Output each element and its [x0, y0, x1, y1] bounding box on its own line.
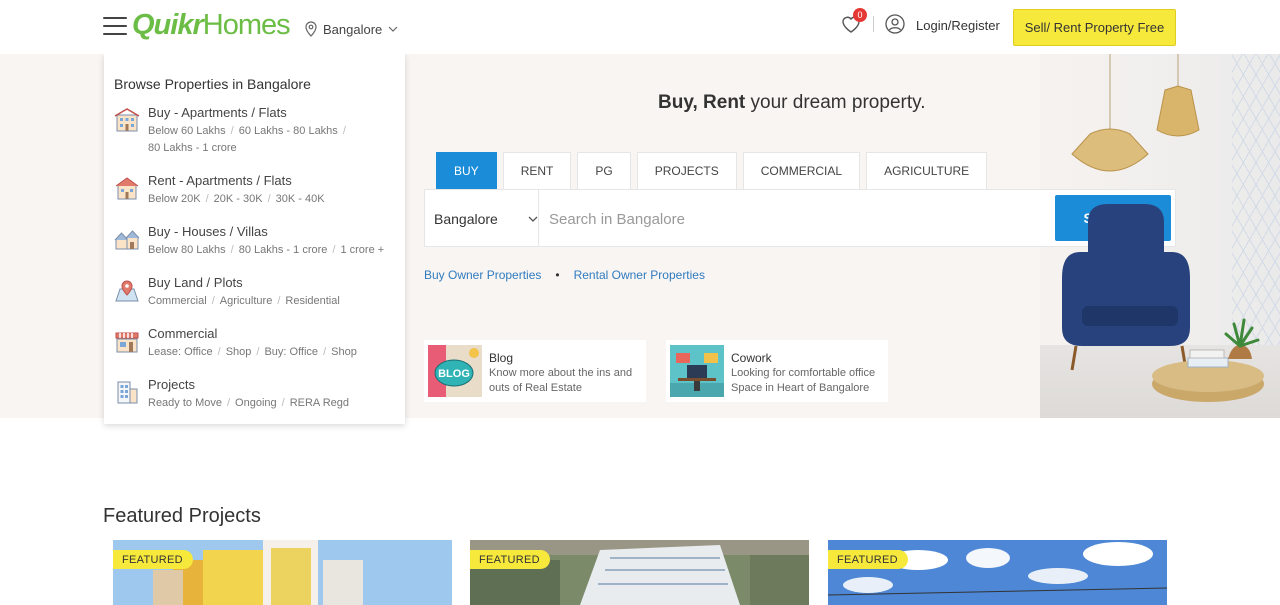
- featured-badge: FEATURED: [828, 550, 908, 569]
- favourites-count-badge: 0: [853, 8, 867, 22]
- card-title: Cowork: [731, 351, 772, 365]
- room-illustration: [1062, 54, 1264, 402]
- sub-link[interactable]: 60 Lakhs - 80 Lakhs: [239, 125, 338, 137]
- owner-properties-links: Buy Owner Properties • Rental Owner Prop…: [424, 268, 705, 282]
- search-city-value: Bangalore: [434, 211, 498, 227]
- sidebar-sub-links: Ready to Move / Ongoing / RERA Regd: [148, 397, 350, 409]
- sidebar-item-buy-land[interactable]: Buy Land / Plots Commercial / Agriculture /…: [114, 275, 399, 321]
- search-divider: [538, 190, 539, 246]
- rent-house-icon: [115, 177, 139, 200]
- search-input[interactable]: [549, 202, 1049, 236]
- sidebar-item-label: Buy Land / Plots: [148, 275, 243, 290]
- sidebar-item-label: Buy - Apartments / Flats: [148, 105, 287, 120]
- sub-link[interactable]: Below 20K: [148, 193, 201, 205]
- apartment-icon: [114, 108, 140, 132]
- sub-link[interactable]: 1 crore +: [340, 244, 384, 256]
- rental-owner-properties-link[interactable]: Rental Owner Properties: [574, 268, 705, 282]
- featured-badge: FEATURED: [470, 550, 550, 569]
- sub-link[interactable]: Lease: Office: [148, 346, 213, 358]
- city-label: Bangalore: [323, 21, 383, 37]
- sub-link[interactable]: Below 80 Lakhs: [148, 244, 226, 256]
- tab-commercial[interactable]: COMMERCIAL: [742, 152, 861, 189]
- tab-buy[interactable]: BUY: [436, 152, 497, 189]
- card-description: Looking for comfortable office Space in …: [731, 367, 876, 394]
- card-description: Know more about the ins and outs of Real…: [489, 367, 633, 394]
- cowork-thumbnail: [670, 345, 724, 397]
- sub-link[interactable]: Commercial: [148, 295, 207, 307]
- sub-link[interactable]: Agriculture: [220, 295, 273, 307]
- browse-properties-menu: Browse Properties in Bangalore Buy - Apa…: [104, 54, 405, 424]
- sidebar-sub-links: Below 20K/20K - 30K/30K - 40K: [148, 193, 325, 205]
- featured-project-card[interactable]: FEATURED: [113, 540, 452, 605]
- sub-link[interactable]: Residential: [285, 295, 339, 307]
- sub-link[interactable]: 80 Lakhs - 1 crore: [148, 142, 237, 154]
- card-title: Blog: [489, 351, 514, 365]
- sub-link[interactable]: Shop: [226, 346, 252, 358]
- login-register-link[interactable]: Login/Register: [916, 18, 1000, 33]
- svg-text:BLOG: BLOG: [438, 368, 470, 380]
- villa-icon: [114, 230, 140, 250]
- hero-tagline: Buy, Rent your dream property.: [658, 92, 926, 113]
- sidebar-item-commercial[interactable]: Commercial Lease: Office / Shop / Buy: Offic…: [114, 326, 399, 372]
- user-icon[interactable]: [885, 14, 905, 34]
- sidebar-item-buy-apartments[interactable]: Buy - Apartments / Flats Below 60 Lakhs /…: [114, 105, 399, 157]
- chevron-down-icon: [528, 216, 538, 222]
- sidebar-sub-links: Lease: Office / Shop / Buy: Office / Shop: [148, 346, 357, 358]
- sub-link[interactable]: 20K - 30K: [214, 193, 263, 205]
- shop-icon: [115, 332, 139, 353]
- search-city-dropdown[interactable]: Bangalore: [434, 211, 538, 227]
- city-selector[interactable]: Bangalore: [305, 21, 398, 37]
- location-pin-icon: [305, 21, 317, 37]
- sidebar-item-label: Buy - Houses / Villas: [148, 224, 268, 239]
- sidebar-item-label: Rent - Apartments / Flats: [148, 173, 292, 188]
- sub-link[interactable]: 80 Lakhs - 1 crore: [239, 244, 328, 256]
- chevron-down-icon: [388, 26, 398, 32]
- sub-link[interactable]: Shop: [331, 346, 357, 358]
- search-category-tabs: BUY RENT PG PROJECTS COMMERCIAL AGRICULT…: [436, 152, 988, 189]
- tab-rent[interactable]: RENT: [502, 152, 572, 189]
- header-divider: [873, 16, 874, 32]
- sub-link[interactable]: Ready to Move: [148, 397, 222, 409]
- logo[interactable]: QuikrHomes: [132, 9, 291, 42]
- sidebar-sub-links: Below 60 Lakhs/60 Lakhs - 80 Lakhs/80 La…: [148, 125, 346, 154]
- featured-projects-heading: Featured Projects: [103, 505, 261, 527]
- sidebar-item-buy-houses[interactable]: Buy - Houses / Villas Below 80 Lakhs/80 …: [114, 224, 399, 270]
- tab-agriculture[interactable]: AGRICULTURE: [866, 152, 988, 189]
- link-separator: •: [555, 268, 560, 282]
- sidebar-sub-links: Below 80 Lakhs/80 Lakhs - 1 crore/1 cror…: [148, 244, 385, 256]
- sub-link[interactable]: Buy: Office: [264, 346, 318, 358]
- blog-card[interactable]: BLOG Blog Know more about the ins and ou…: [424, 340, 646, 402]
- sidebar-item-label: Projects: [148, 377, 195, 392]
- sub-link[interactable]: Below 60 Lakhs: [148, 125, 226, 137]
- tab-projects[interactable]: PROJECTS: [636, 152, 737, 189]
- sub-link[interactable]: 30K - 40K: [276, 193, 325, 205]
- sell-rent-property-button[interactable]: Sell/ Rent Property Free: [1013, 9, 1176, 46]
- featured-project-card[interactable]: FEATURED: [470, 540, 809, 605]
- sidebar-sub-links: Commercial / Agriculture / Residential: [148, 295, 340, 307]
- land-plot-icon: [115, 280, 139, 302]
- sub-link[interactable]: RERA Regd: [290, 397, 349, 409]
- sidebar-item-label: Commercial: [148, 326, 218, 341]
- blog-thumbnail: BLOG: [428, 345, 482, 397]
- sidebar-item-projects[interactable]: Projects Ready to Move / Ongoing / RERA Regd: [114, 377, 399, 423]
- browse-title: Browse Properties in Bangalore: [114, 76, 311, 92]
- sidebar-item-rent-apartments[interactable]: Rent - Apartments / Flats Below 20K/20K …: [114, 173, 399, 219]
- sub-link[interactable]: Ongoing: [235, 397, 277, 409]
- buy-owner-properties-link[interactable]: Buy Owner Properties: [424, 268, 541, 282]
- building-icon: [117, 381, 138, 404]
- cowork-card[interactable]: Cowork Looking for comfortable office Sp…: [666, 340, 888, 402]
- menu-icon[interactable]: [103, 17, 127, 37]
- featured-badge: FEATURED: [113, 550, 193, 569]
- top-header: QuikrHomes Bangalore 0 Login/Register Se…: [0, 0, 1280, 54]
- tab-pg[interactable]: PG: [577, 152, 631, 189]
- featured-project-card[interactable]: FEATURED: [828, 540, 1167, 605]
